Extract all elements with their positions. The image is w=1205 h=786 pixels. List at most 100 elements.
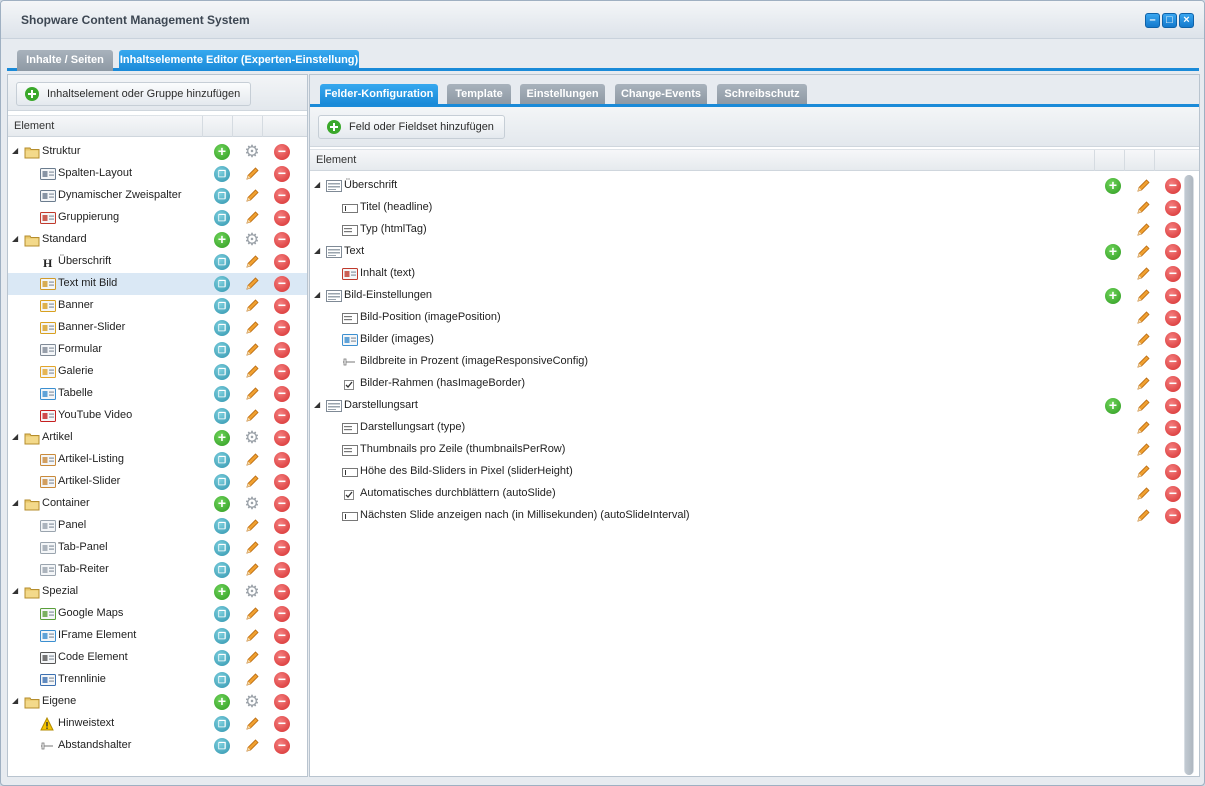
tab-template[interactable]: Template xyxy=(447,84,511,104)
edit-icon[interactable] xyxy=(244,562,260,578)
edit-icon[interactable] xyxy=(244,408,260,424)
edit-icon[interactable] xyxy=(244,540,260,556)
tree-item-row[interactable]: Banner-Slider ❐ − xyxy=(8,317,307,339)
delete-icon[interactable]: − xyxy=(274,166,290,182)
tab-felder-konfiguration[interactable]: Felder-Konfiguration xyxy=(320,84,438,104)
add-child-icon[interactable]: + xyxy=(1105,288,1121,304)
delete-icon[interactable]: − xyxy=(274,254,290,270)
tree-item-row[interactable]: H Überschrift ❐ − xyxy=(8,251,307,273)
add-child-icon[interactable]: + xyxy=(1105,244,1121,260)
delete-icon[interactable]: − xyxy=(1165,486,1181,502)
delete-icon[interactable]: − xyxy=(274,188,290,204)
edit-icon[interactable] xyxy=(1135,376,1151,392)
delete-icon[interactable]: − xyxy=(274,628,290,644)
add-child-icon[interactable]: + xyxy=(214,232,230,248)
vertical-scrollbar[interactable] xyxy=(1184,175,1194,775)
tree-group-row[interactable]: ◢ Struktur + ⚙ − xyxy=(8,141,307,163)
expand-arrow-icon[interactable]: ◢ xyxy=(12,586,18,595)
tree-item-row[interactable]: Gruppierung ❐ − xyxy=(8,207,307,229)
expand-arrow-icon[interactable]: ◢ xyxy=(12,498,18,507)
tree-item-row[interactable]: Thumbnails pro Zeile (thumbnailsPerRow) − xyxy=(310,439,1199,461)
tree-item-row[interactable]: Trennlinie ❐ − xyxy=(8,669,307,691)
tree-item-row[interactable]: Artikel-Slider ❐ − xyxy=(8,471,307,493)
delete-icon[interactable]: − xyxy=(274,518,290,534)
minimize-button[interactable]: – xyxy=(1145,13,1160,28)
delete-icon[interactable]: − xyxy=(274,650,290,666)
tree-item-row[interactable]: IFrame Element ❐ − xyxy=(8,625,307,647)
duplicate-icon[interactable]: ❐ xyxy=(214,364,230,380)
tree-item-row[interactable]: Spalten-Layout ❐ − xyxy=(8,163,307,185)
edit-icon[interactable] xyxy=(244,386,260,402)
edit-icon[interactable] xyxy=(1135,486,1151,502)
tree-item-row[interactable]: Tab-Reiter ❐ − xyxy=(8,559,307,581)
delete-icon[interactable]: − xyxy=(274,562,290,578)
tree-group-row[interactable]: ◢ Bild-Einstellungen + − xyxy=(310,285,1199,307)
tree-item-row[interactable]: Darstellungsart (type) − xyxy=(310,417,1199,439)
edit-icon[interactable] xyxy=(1135,244,1151,260)
edit-icon[interactable] xyxy=(244,298,260,314)
add-child-icon[interactable]: + xyxy=(214,430,230,446)
add-field-or-fieldset-button[interactable]: Feld oder Fieldset hinzufügen xyxy=(318,115,505,139)
edit-icon[interactable] xyxy=(244,342,260,358)
delete-icon[interactable]: − xyxy=(274,540,290,556)
duplicate-icon[interactable]: ❐ xyxy=(214,408,230,424)
settings-gear-icon[interactable]: ⚙ xyxy=(244,495,260,512)
duplicate-icon[interactable]: ❐ xyxy=(214,210,230,226)
element-column-header[interactable]: Element xyxy=(310,150,1095,171)
delete-icon[interactable]: − xyxy=(274,716,290,732)
delete-icon[interactable]: − xyxy=(274,386,290,402)
delete-icon[interactable]: − xyxy=(1165,310,1181,326)
tree-item-row[interactable]: Banner ❐ − xyxy=(8,295,307,317)
tree-group-row[interactable]: ◢ Überschrift + − xyxy=(310,175,1199,197)
edit-icon[interactable] xyxy=(1135,288,1151,304)
delete-icon[interactable]: − xyxy=(1165,200,1181,216)
edit-icon[interactable] xyxy=(244,254,260,270)
expand-arrow-icon[interactable]: ◢ xyxy=(12,696,18,705)
duplicate-icon[interactable]: ❐ xyxy=(214,562,230,578)
settings-gear-icon[interactable]: ⚙ xyxy=(244,583,260,600)
delete-icon[interactable]: − xyxy=(1165,442,1181,458)
tree-group-row[interactable]: ◢ Standard + ⚙ − xyxy=(8,229,307,251)
settings-gear-icon[interactable]: ⚙ xyxy=(244,429,260,446)
delete-icon[interactable]: − xyxy=(274,672,290,688)
edit-icon[interactable] xyxy=(244,210,260,226)
tab-inhaltselemente-editor[interactable]: Inhaltselemente Editor (Experten-Einstel… xyxy=(119,50,359,71)
duplicate-icon[interactable]: ❐ xyxy=(214,540,230,556)
edit-icon[interactable] xyxy=(244,518,260,534)
delete-icon[interactable]: − xyxy=(274,474,290,490)
delete-icon[interactable]: − xyxy=(274,364,290,380)
maximize-button[interactable]: □ xyxy=(1162,13,1177,28)
tree-item-row[interactable]: Text mit Bild ❐ − xyxy=(8,273,307,295)
tab-schreibschutz[interactable]: Schreibschutz xyxy=(717,84,807,104)
tree-item-row[interactable]: Code Element ❐ − xyxy=(8,647,307,669)
edit-icon[interactable] xyxy=(244,628,260,644)
edit-icon[interactable] xyxy=(244,188,260,204)
duplicate-icon[interactable]: ❐ xyxy=(214,320,230,336)
edit-icon[interactable] xyxy=(1135,332,1151,348)
tree-item-row[interactable]: Nächsten Slide anzeigen nach (in Millise… xyxy=(310,505,1199,527)
edit-icon[interactable] xyxy=(1135,464,1151,480)
settings-gear-icon[interactable]: ⚙ xyxy=(244,231,260,248)
tree-item-row[interactable]: Panel ❐ − xyxy=(8,515,307,537)
duplicate-icon[interactable]: ❐ xyxy=(214,672,230,688)
delete-icon[interactable]: − xyxy=(274,232,290,248)
delete-icon[interactable]: − xyxy=(274,276,290,292)
delete-icon[interactable]: − xyxy=(274,694,290,710)
tree-group-row[interactable]: ◢ Container + ⚙ − xyxy=(8,493,307,515)
delete-icon[interactable]: − xyxy=(1165,508,1181,524)
expand-arrow-icon[interactable]: ◢ xyxy=(12,146,18,155)
tree-item-row[interactable]: Google Maps ❐ − xyxy=(8,603,307,625)
tree-group-row[interactable]: ◢ Text + − xyxy=(310,241,1199,263)
tab-einstellungen[interactable]: Einstellungen xyxy=(520,84,605,104)
delete-icon[interactable]: − xyxy=(1165,332,1181,348)
edit-icon[interactable] xyxy=(244,738,260,754)
edit-icon[interactable] xyxy=(1135,310,1151,326)
add-child-icon[interactable]: + xyxy=(214,584,230,600)
edit-icon[interactable] xyxy=(1135,266,1151,282)
expand-arrow-icon[interactable]: ◢ xyxy=(314,246,320,255)
settings-gear-icon[interactable]: ⚙ xyxy=(244,693,260,710)
delete-icon[interactable]: − xyxy=(1165,376,1181,392)
edit-icon[interactable] xyxy=(1135,222,1151,238)
duplicate-icon[interactable]: ❐ xyxy=(214,276,230,292)
edit-icon[interactable] xyxy=(1135,398,1151,414)
